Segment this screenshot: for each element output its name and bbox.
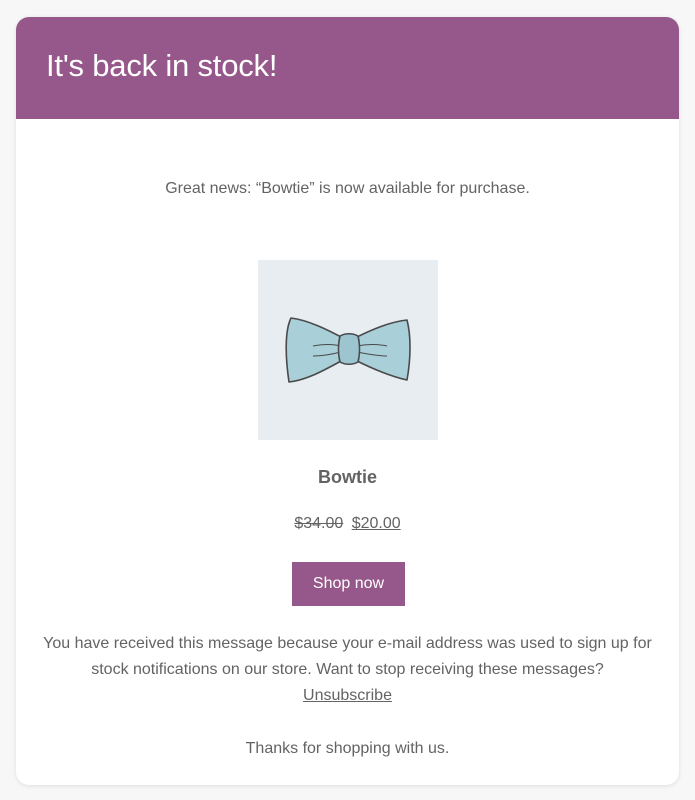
product-price: $34.00 $20.00 — [16, 515, 679, 533]
intro-text: Great news: “Bowtie” is now available fo… — [165, 180, 530, 197]
thanks-text: Thanks for shopping with us. — [245, 740, 450, 757]
notice-message: You have received this message because y… — [43, 635, 652, 678]
product-name[interactable]: Bowtie — [16, 467, 679, 488]
shop-now-button[interactable]: Shop now — [292, 562, 405, 606]
email-header: It's back in stock! — [16, 17, 679, 119]
email-title: It's back in stock! — [46, 48, 278, 83]
unsubscribe-link[interactable]: Unsubscribe — [303, 687, 392, 704]
email-card: It's back in stock! Great news: “Bowtie”… — [16, 17, 679, 785]
sale-price: $20.00 — [351, 515, 401, 532]
notice-text: You have received this message because y… — [40, 631, 655, 709]
bowtie-image-icon — [285, 317, 411, 383]
old-price: $34.00 — [294, 515, 344, 532]
product-image[interactable] — [258, 260, 438, 440]
